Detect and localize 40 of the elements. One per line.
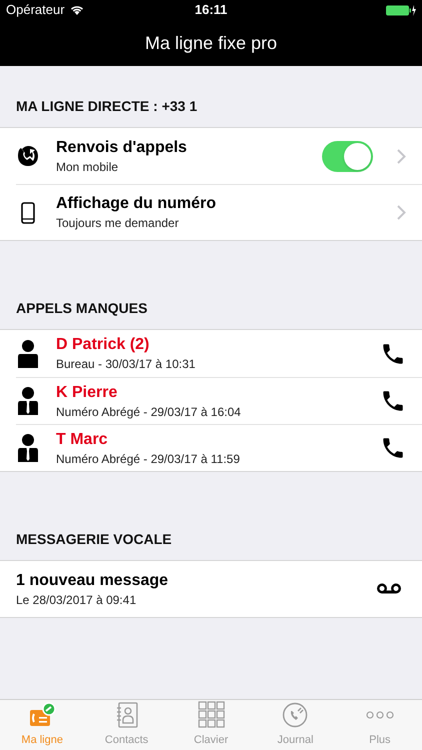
person-icon — [18, 338, 38, 368]
row-subtitle: Bureau - 30/03/17 à 10:31 — [56, 357, 196, 372]
list-row[interactable]: D Patrick (2) Bureau - 30/03/17 à 10:31 — [0, 330, 422, 377]
row-subtitle: Numéro Abrégé - 29/03/17 à 11:59 — [56, 452, 241, 466]
clock: 16:11 — [194, 1, 228, 20]
phone-card-icon — [28, 702, 56, 728]
row-subtitle: Toujours me demander — [56, 216, 180, 231]
chevron-right-icon — [397, 205, 406, 220]
toggle-switch[interactable] — [322, 140, 373, 172]
section-header: MESSAGERIE VOCALE — [16, 530, 172, 549]
chevron-right-icon — [397, 148, 406, 164]
row-subtitle: Mon mobile — [56, 160, 120, 174]
list-row[interactable]: T Marc Numéro Abrégé - 29/03/17 à 11:59 — [16, 424, 422, 471]
call-forward-icon — [17, 145, 39, 167]
row-title: Affichage du numéro — [56, 194, 218, 214]
voicemail-icon[interactable] — [376, 582, 402, 596]
battery-icon — [386, 4, 416, 16]
list-row[interactable]: 1 nouveau message Le 28/03/2017 à 09:41 — [0, 561, 422, 617]
list-row[interactable]: K Pierre Numéro Abrégé - 29/03/17 à 16:04 — [16, 377, 422, 424]
row-subtitle: Le 28/03/2017 à 09:41 — [16, 592, 138, 608]
row-subtitle: Numéro Abrégé - 29/03/17 à 16:04 — [56, 404, 242, 420]
row-title: K Pierre — [56, 382, 118, 402]
row-title: Renvois d'appels — [56, 138, 188, 158]
smartphone-icon — [21, 202, 35, 224]
phone-circle-icon — [282, 702, 308, 728]
list-row[interactable]: Affichage du numéro Toujours me demander — [16, 184, 422, 240]
page-title: Ma ligne fixe pro — [144, 32, 278, 55]
list-row[interactable]: Renvois d'appels Mon mobile — [0, 128, 422, 184]
keypad-icon — [198, 701, 225, 728]
section-header: MA LIGNE DIRECTE : +33 1 — [16, 97, 198, 116]
person-with-tie-icon — [18, 386, 38, 416]
person-with-tie-icon — [18, 433, 38, 463]
wifi-icon — [70, 5, 84, 15]
section-header: APPELS MANQUES — [16, 299, 148, 318]
more-icon — [366, 710, 394, 718]
row-title: 1 nouveau message — [16, 570, 170, 590]
row-title: D Patrick (2) — [56, 335, 150, 355]
carrier-name: Opérateur — [6, 1, 65, 20]
address-book-icon — [114, 702, 139, 728]
row-title: T Marc — [56, 430, 109, 450]
